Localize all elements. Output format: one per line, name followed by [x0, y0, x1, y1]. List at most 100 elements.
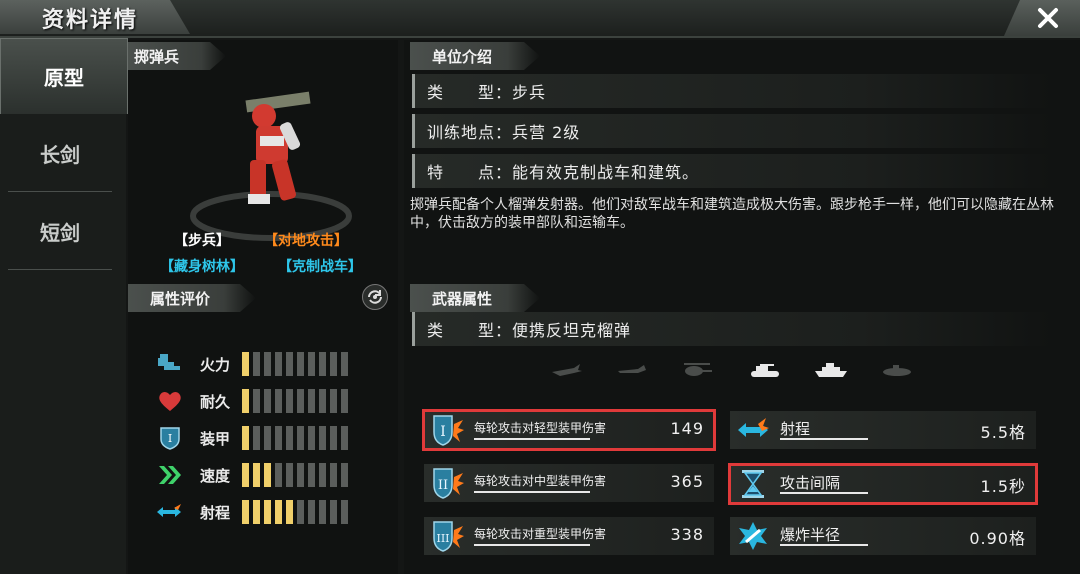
rating-bar-segment	[297, 426, 304, 450]
range-arrows-icon	[157, 504, 181, 517]
heart-icon	[159, 392, 181, 411]
unit-portrait	[190, 91, 352, 241]
rating-bar-segment	[308, 500, 315, 524]
rating-bar-segment	[286, 463, 293, 487]
rating-bar-segment	[330, 463, 337, 487]
medium-armor-damage-label: 每轮攻击对中型装甲伤害	[474, 474, 607, 488]
unit-panel: 掷弹兵 【步兵】 【对地攻击】 【藏身树林】 【克制战车】 属性评价 火力耐久 I…	[128, 40, 398, 574]
rating-bar-segment	[286, 500, 293, 524]
armor-II-icon: II	[433, 468, 464, 499]
tab-long-sword[interactable]: 长剑	[8, 116, 112, 192]
refresh-icon[interactable]	[362, 284, 388, 310]
rating-bar-segment	[264, 500, 271, 524]
heavy-armor-damage-value: 338	[670, 525, 704, 544]
rating-bar-segment	[275, 500, 282, 524]
svg-text:II: II	[438, 478, 448, 493]
close-icon	[1038, 8, 1058, 28]
weapon-type-line: 类 型：便携反坦克榴弹	[412, 312, 1052, 346]
rating-bar-segment	[275, 352, 282, 376]
medium-armor-damage-card: II 每轮攻击对中型装甲伤害 365	[424, 464, 714, 502]
rating-bar-segment	[253, 352, 260, 376]
svg-text:III: III	[436, 532, 449, 545]
rating-bar	[242, 500, 348, 524]
rating-bar-segment	[330, 426, 337, 450]
tag-ground-attack: 【对地攻击】	[264, 233, 348, 249]
heavy-armor-damage-label: 每轮攻击对重型装甲伤害	[474, 527, 607, 541]
rating-bar-segment	[308, 463, 315, 487]
card-underline	[780, 438, 868, 440]
attack-interval-label: 攻击间隔	[780, 474, 841, 492]
rating-bar-segment	[275, 463, 282, 487]
rating-row: 速度	[156, 463, 396, 487]
rating-label: 装甲	[200, 430, 231, 448]
rating-bar-segment	[341, 500, 348, 524]
hourglass-icon	[742, 470, 764, 498]
rating-bar-segment	[242, 500, 249, 524]
rating-bar-segment	[242, 352, 249, 376]
attack-interval-card: 攻击间隔 1.5秒	[728, 463, 1038, 505]
blast-icon	[739, 522, 767, 550]
ship-icon	[815, 363, 847, 377]
armor-I-icon: I	[433, 415, 464, 446]
rating-bar-segment	[308, 389, 315, 413]
tag-forest-hide: 【藏身树林】	[160, 259, 244, 275]
rating-bar-segment	[264, 463, 271, 487]
firepower-icon	[158, 354, 180, 370]
light-armor-damage-card: I 每轮攻击对轻型装甲伤害 149	[422, 409, 716, 451]
rating-bar-segment	[330, 500, 337, 524]
card-underline	[474, 544, 590, 546]
card-underline	[780, 544, 868, 546]
tag-counter-vehicle: 【克制战车】	[278, 259, 362, 275]
variant-tabs: 原型 长剑 短剑	[0, 38, 128, 574]
rating-bar	[242, 389, 348, 413]
rating-row: 耐久	[156, 389, 396, 413]
rating-label: 射程	[200, 504, 231, 522]
rating-bar-segment	[253, 500, 260, 524]
rating-bar-segment	[319, 463, 326, 487]
rating-label: 速度	[200, 467, 231, 485]
light-armor-damage-value: 149	[670, 419, 704, 438]
rating-bar-segment	[330, 352, 337, 376]
rating-bar-segment	[341, 463, 348, 487]
rating-bar-segment	[264, 389, 271, 413]
card-underline	[474, 491, 590, 493]
blast-radius-card: 爆炸半径 0.90格	[730, 517, 1036, 555]
medium-armor-damage-value: 365	[670, 472, 704, 491]
rating-bar	[242, 352, 348, 376]
rating-row: 火力	[156, 352, 396, 376]
rating-bar-segment	[297, 500, 304, 524]
range-label: 射程	[780, 420, 811, 438]
light-armor-damage-label: 每轮攻击对轻型装甲伤害	[474, 421, 607, 435]
rating-bar-segment	[253, 426, 260, 450]
ratings-header: 属性评价	[128, 284, 256, 312]
tab-prototype[interactable]: 原型	[0, 38, 128, 114]
weapon-header: 武器属性	[410, 284, 540, 312]
svg-text:I: I	[168, 432, 172, 445]
rating-bar-segment	[242, 426, 249, 450]
rating-bar-segment	[319, 389, 326, 413]
svg-text:I: I	[440, 424, 446, 440]
armor-III-icon: III	[433, 521, 464, 552]
tag-infantry: 【步兵】	[174, 233, 230, 249]
rating-bar-segment	[286, 352, 293, 376]
jet-icon	[618, 365, 646, 373]
rating-bar-segment	[275, 426, 282, 450]
rating-bar-segment	[308, 352, 315, 376]
unit-name: 掷弹兵	[128, 42, 226, 70]
title-bar: 资料详情	[0, 0, 1080, 38]
rating-bar-segment	[308, 426, 315, 450]
blast-radius-label: 爆炸半径	[780, 526, 841, 544]
range-icon	[738, 418, 769, 437]
attack-interval-value: 1.5秒	[980, 477, 1026, 496]
close-button[interactable]	[1004, 0, 1080, 36]
rating-bar-segment	[297, 389, 304, 413]
shield-icon: I	[160, 427, 180, 450]
range-value: 5.5格	[980, 423, 1026, 442]
tab-short-sword[interactable]: 短剑	[8, 194, 112, 270]
rating-bar-segment	[275, 389, 282, 413]
rating-bar-segment	[341, 389, 348, 413]
rating-label: 耐久	[200, 393, 231, 411]
rating-bar-segment	[286, 426, 293, 450]
chevron-speed-icon	[159, 466, 181, 484]
rating-bar	[242, 463, 348, 487]
